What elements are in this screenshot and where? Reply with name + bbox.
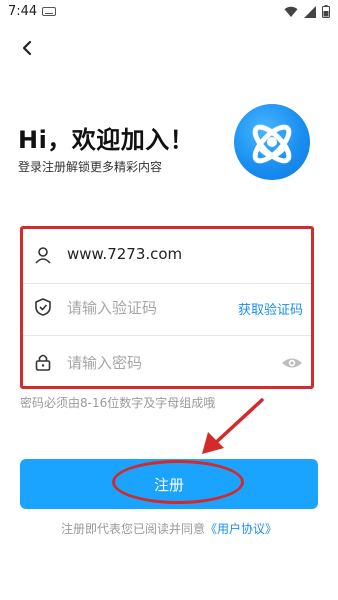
username-field[interactable]: www.7273.com bbox=[23, 229, 311, 284]
get-code-button[interactable]: 获取验证码 bbox=[238, 299, 303, 318]
wifi-icon bbox=[284, 6, 298, 17]
lock-icon bbox=[35, 354, 51, 371]
signal-icon bbox=[304, 5, 316, 18]
user-icon bbox=[35, 247, 51, 264]
password-hint: 密码必须由8-16位数字及字母组成哦 bbox=[20, 396, 216, 410]
back-button[interactable] bbox=[16, 36, 40, 60]
status-time: 7:44 bbox=[8, 4, 38, 19]
page-subtitle: 登录注册解锁更多精彩内容 bbox=[18, 160, 163, 174]
chevron-left-icon bbox=[22, 40, 32, 56]
username-input[interactable]: www.7273.com bbox=[67, 245, 182, 263]
password-input[interactable]: 请输入密码 bbox=[67, 352, 142, 373]
page-title: Hi，欢迎加入！ bbox=[18, 126, 195, 154]
agreement-prefix: 注册即代表您已阅读并同意 bbox=[60, 522, 205, 536]
battery-icon bbox=[322, 5, 330, 18]
annotation-arrow-icon bbox=[202, 398, 264, 454]
atom-logo-icon bbox=[252, 124, 292, 164]
app-logo bbox=[234, 104, 310, 180]
status-icons bbox=[284, 5, 330, 18]
annotation-ellipse bbox=[112, 460, 244, 504]
password-field[interactable]: 请输入密码 bbox=[23, 336, 311, 390]
keyboard-icon bbox=[42, 7, 56, 16]
user-agreement-link[interactable]: 《用户协议》 bbox=[205, 522, 277, 536]
agreement-text: 注册即代表您已阅读并同意《用户协议》 bbox=[0, 520, 338, 537]
login-form: www.7273.com 请输入验证码 获取验证码 请输入密码 bbox=[20, 226, 314, 389]
shield-icon bbox=[35, 298, 51, 316]
status-bar: 7:44 bbox=[0, 0, 338, 26]
eye-icon[interactable] bbox=[281, 354, 303, 372]
code-field[interactable]: 请输入验证码 获取验证码 bbox=[23, 281, 311, 336]
code-input[interactable]: 请输入验证码 bbox=[67, 297, 157, 318]
